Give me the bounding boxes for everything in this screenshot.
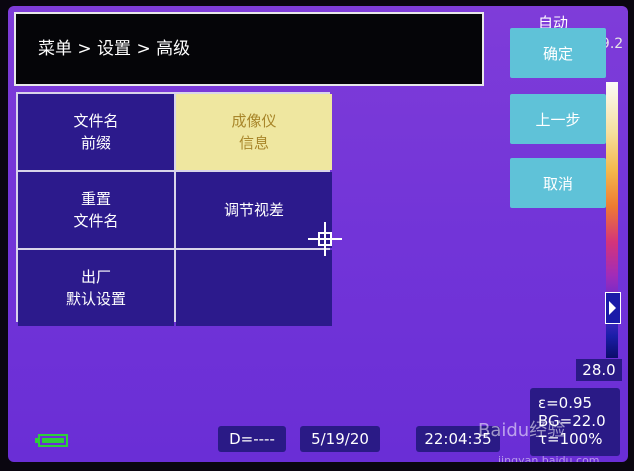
thermal-screen: 菜单 > 设置 > 高级 文件名 前缀 成像仪 信息 重置 文件名 调节视差 出…	[8, 6, 628, 462]
cancel-button[interactable]: 取消	[510, 158, 606, 208]
date-readout: 5/19/20	[300, 426, 380, 452]
watermark-logo: Baidu经验	[478, 420, 566, 441]
back-button[interactable]: 上一步	[510, 94, 606, 144]
confirm-button[interactable]: 确定	[510, 28, 606, 78]
menu-item-reset-filename[interactable]: 重置 文件名	[18, 172, 174, 248]
breadcrumb: 菜单 > 设置 > 高级	[14, 12, 484, 86]
menu-item-imager-info[interactable]: 成像仪 信息	[176, 94, 332, 170]
menu-grid: 文件名 前缀 成像仪 信息 重置 文件名 调节视差 出厂 默认设置	[16, 92, 332, 326]
menu-item-file-prefix[interactable]: 文件名 前缀	[18, 94, 174, 170]
watermark-url: jingyan.baidu.com	[498, 454, 600, 462]
crosshair-icon	[308, 222, 342, 256]
battery-icon	[35, 434, 68, 447]
scale-pointer-icon[interactable]	[605, 292, 621, 324]
emissivity-value: ε=0.95	[538, 394, 593, 412]
menu-item-factory-defaults[interactable]: 出厂 默认设置	[18, 250, 174, 326]
menu-item-empty	[176, 250, 332, 326]
distance-readout: D=----	[218, 426, 286, 452]
scale-min-value: 28.0	[576, 359, 622, 381]
